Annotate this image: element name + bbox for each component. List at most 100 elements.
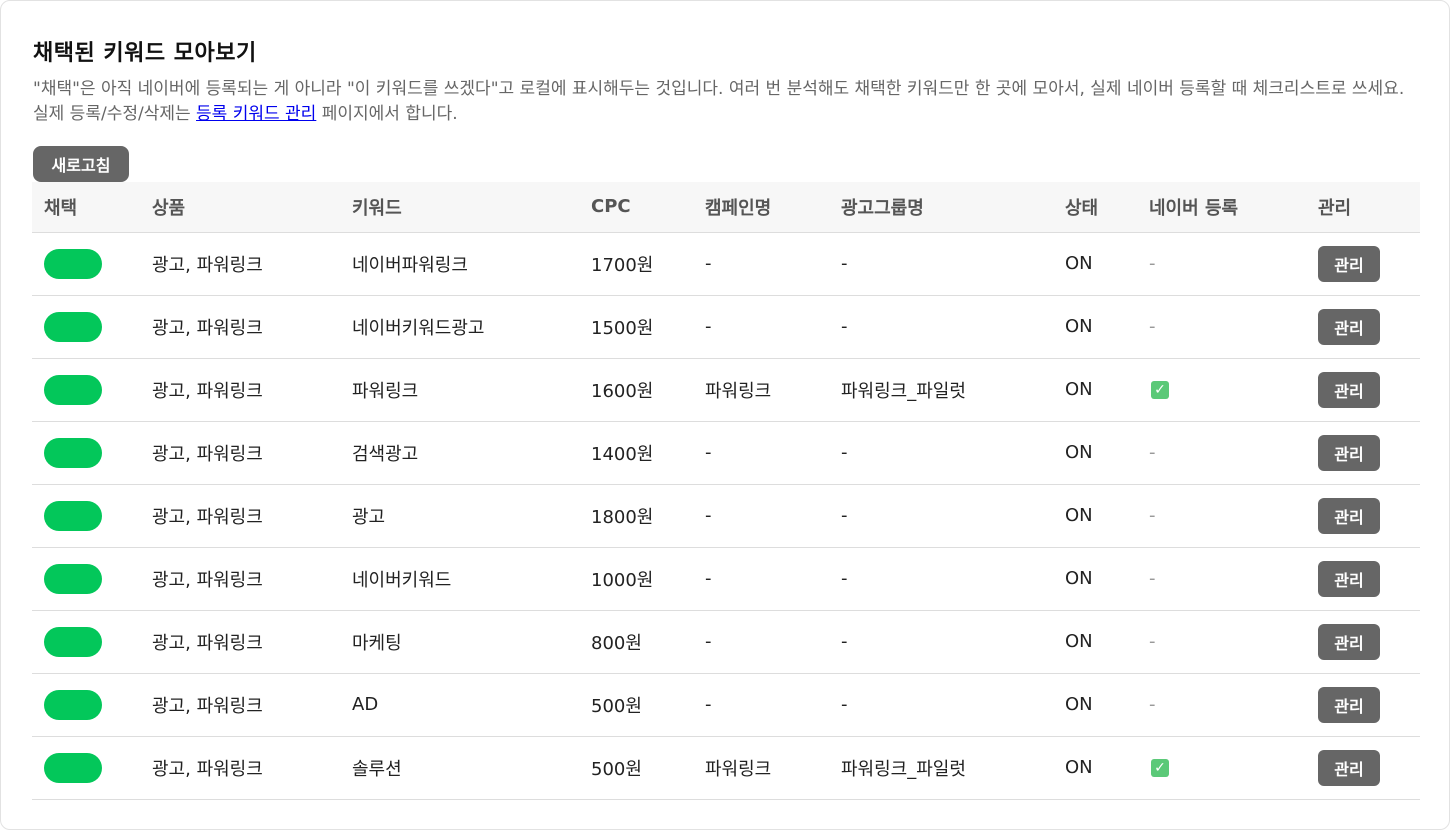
registered-cell: - (1137, 673, 1306, 736)
adgroup-cell: - (841, 694, 848, 715)
adopt-cell (32, 232, 140, 295)
adopt-cell (32, 610, 140, 673)
adopt-toggle[interactable] (44, 563, 102, 594)
product-cell: 광고, 파워링크 (152, 317, 263, 339)
keyword-cell: 솔루션 (352, 758, 402, 780)
adgroup-cell: 파워링크_파일럿 (841, 758, 966, 780)
registered-empty: - (1149, 505, 1156, 526)
keyword-cell: 네이버파워링크 (352, 254, 468, 276)
refresh-button[interactable]: 새로고침 (33, 146, 129, 182)
cpc-cell: 1600원 (591, 380, 654, 402)
campaign-cell: - (705, 631, 712, 652)
cpc-cell: 1000원 (591, 569, 654, 591)
campaign-cell: - (705, 316, 712, 337)
registered-cell: - (1137, 484, 1306, 547)
description-text-end: 페이지에서 합니다. (316, 104, 458, 124)
cpc-cell: 1400원 (591, 443, 654, 465)
product-cell: 광고, 파워링크 (152, 695, 263, 717)
manage-button[interactable]: 관리 (1318, 497, 1380, 534)
registered-cell: - (1137, 232, 1306, 295)
adgroup-cell: - (841, 505, 848, 526)
manage-button[interactable]: 관리 (1318, 749, 1380, 786)
manage-cell: 관리 (1306, 232, 1420, 295)
cpc-cell: 500원 (591, 695, 642, 717)
column-header-keyword: 키워드 (340, 182, 579, 233)
campaign-cell: - (705, 253, 712, 274)
table-row: 광고, 파워링크 마케팅 800원 - - ON - 관리 (32, 610, 1420, 673)
adopt-toggle[interactable] (44, 437, 102, 468)
adopt-toggle[interactable] (44, 311, 102, 342)
column-header-adopt: 채택 (32, 182, 140, 233)
status-cell: ON (1065, 316, 1093, 337)
table-row: 광고, 파워링크 파워링크 1600원 파워링크 파워링크_파일럿 ON ✓ 관리 (32, 358, 1420, 421)
keyword-cell: 파워링크 (352, 380, 419, 402)
manage-button[interactable]: 관리 (1318, 623, 1380, 660)
keyword-cell: 검색광고 (352, 443, 419, 465)
cpc-cell: 1700원 (591, 254, 654, 276)
adgroup-cell: - (841, 316, 848, 337)
page-description: "채택"은 아직 네이버에 등록되는 게 아니라 "이 키워드를 쓰겠다"고 로… (33, 77, 1425, 127)
manage-button[interactable]: 관리 (1318, 434, 1380, 471)
table-row: 광고, 파워링크 광고 1800원 - - ON - 관리 (32, 484, 1420, 547)
adopt-toggle[interactable] (44, 248, 102, 279)
registered-check-icon: ✓ (1151, 381, 1169, 399)
registered-empty: - (1149, 442, 1156, 463)
adopt-cell (32, 547, 140, 610)
registered-cell: ✓ (1137, 358, 1306, 421)
product-cell: 광고, 파워링크 (152, 632, 263, 654)
adgroup-cell: - (841, 442, 848, 463)
keyword-cell: 광고 (352, 506, 386, 528)
registered-empty: - (1149, 694, 1156, 715)
cpc-cell: 1800원 (591, 506, 654, 528)
status-cell: ON (1065, 757, 1093, 778)
manage-button[interactable]: 관리 (1318, 308, 1380, 345)
manage-button[interactable]: 관리 (1318, 686, 1380, 723)
page-title: 채택된 키워드 모아보기 (33, 41, 257, 66)
product-cell: 광고, 파워링크 (152, 380, 263, 402)
campaign-cell: 파워링크 (705, 380, 772, 402)
adopt-toggle[interactable] (44, 500, 102, 531)
product-cell: 광고, 파워링크 (152, 506, 263, 528)
keyword-cell: 네이버키워드 (352, 569, 452, 591)
product-cell: 광고, 파워링크 (152, 569, 263, 591)
status-cell: ON (1065, 568, 1093, 589)
manage-cell: 관리 (1306, 484, 1420, 547)
campaign-cell: - (705, 505, 712, 526)
keyword-cell: 네이버키워드광고 (352, 317, 485, 339)
adopt-cell (32, 673, 140, 736)
registered-cell: - (1137, 547, 1306, 610)
manage-cell: 관리 (1306, 295, 1420, 358)
table-header-row: 채택 상품 키워드 CPC 캠페인명 광고그룹명 상태 네이버 등록 관리 (32, 182, 1420, 233)
manage-button[interactable]: 관리 (1318, 560, 1380, 597)
adgroup-cell: 파워링크_파일럿 (841, 380, 966, 402)
table-row: 광고, 파워링크 네이버키워드광고 1500원 - - ON - 관리 (32, 295, 1420, 358)
cpc-cell: 1500원 (591, 317, 654, 339)
adgroup-cell: - (841, 631, 848, 652)
adopted-keywords-table: 채택 상품 키워드 CPC 캠페인명 광고그룹명 상태 네이버 등록 관리 광고… (32, 182, 1420, 800)
manage-cell: 관리 (1306, 736, 1420, 799)
registered-empty: - (1149, 568, 1156, 589)
registered-empty: - (1149, 631, 1156, 652)
status-cell: ON (1065, 379, 1093, 400)
adopt-cell (32, 484, 140, 547)
manage-cell: 관리 (1306, 673, 1420, 736)
manage-cell: 관리 (1306, 421, 1420, 484)
status-cell: ON (1065, 442, 1093, 463)
adopt-toggle[interactable] (44, 752, 102, 783)
manage-cell: 관리 (1306, 547, 1420, 610)
keyword-management-link[interactable]: 등록 키워드 관리 (196, 104, 316, 124)
column-header-cpc: CPC (579, 182, 693, 233)
column-header-campaign: 캠페인명 (693, 182, 829, 233)
manage-button[interactable]: 관리 (1318, 245, 1380, 282)
adopt-cell (32, 295, 140, 358)
product-cell: 광고, 파워링크 (152, 758, 263, 780)
status-cell: ON (1065, 631, 1093, 652)
adopt-toggle[interactable] (44, 374, 102, 405)
adopt-cell (32, 358, 140, 421)
keyword-cell: AD (352, 694, 379, 715)
manage-button[interactable]: 관리 (1318, 371, 1380, 408)
column-header-manage: 관리 (1306, 182, 1420, 233)
adopt-toggle[interactable] (44, 626, 102, 657)
registered-cell: - (1137, 421, 1306, 484)
adopt-toggle[interactable] (44, 689, 102, 720)
